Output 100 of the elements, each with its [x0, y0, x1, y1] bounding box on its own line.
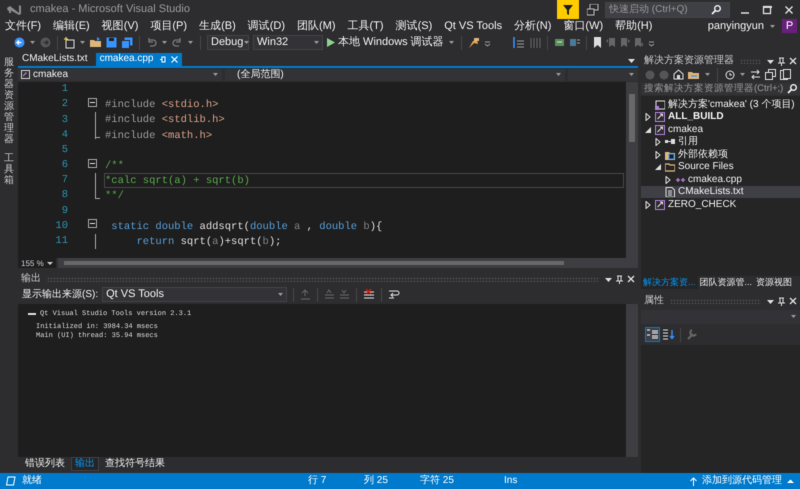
save-all-icon[interactable] — [121, 36, 133, 49]
close-icon[interactable] — [789, 297, 797, 306]
pin-icon[interactable] — [616, 274, 623, 284]
vertical-scrollbar[interactable] — [626, 304, 638, 457]
panel-menu-icon[interactable] — [767, 58, 774, 65]
expand-arrow-icon[interactable] — [665, 176, 671, 184]
uncomment-icon[interactable] — [568, 37, 580, 48]
close-icon[interactable] — [789, 57, 797, 66]
project-dropdown[interactable]: cmakea — [18, 68, 222, 81]
collapse-arrow-icon[interactable] — [645, 126, 651, 134]
expand-arrow-icon[interactable] — [645, 200, 651, 209]
home-icon[interactable] — [673, 69, 684, 80]
panel-tab[interactable]: 查找符号结果 — [101, 457, 169, 472]
bookmark-next-icon[interactable] — [620, 37, 630, 48]
new-project-icon[interactable] — [64, 36, 75, 49]
categorized-button[interactable] — [645, 327, 660, 342]
vertical-scrollbar[interactable] — [626, 82, 638, 258]
zoom-dropdown[interactable]: 155 % — [18, 258, 56, 268]
show-all-files-icon[interactable] — [780, 69, 791, 80]
platform-dropdown[interactable]: Win32 — [253, 35, 323, 50]
caret-icon[interactable] — [704, 71, 711, 78]
caret-icon[interactable] — [29, 39, 36, 46]
sort-icon[interactable] — [663, 329, 675, 340]
clear-all-icon[interactable] — [363, 289, 376, 300]
bookmark-icon[interactable] — [592, 37, 602, 48]
open-folder-icon[interactable] — [90, 37, 102, 48]
panel-menu-icon[interactable] — [767, 298, 774, 305]
tree-item[interactable]: ZERO_CHECK — [641, 198, 800, 211]
menu-item[interactable]: 团队(M) — [297, 20, 336, 34]
bookmark-clear-icon[interactable] — [634, 37, 644, 48]
tree-item[interactable]: CMakeLists.txt — [641, 186, 800, 198]
scope-dropdown[interactable]: (全局范围) — [225, 68, 565, 81]
collapse-icon[interactable] — [88, 158, 97, 168]
horizontal-scrollbar[interactable] — [58, 258, 638, 268]
tree-item[interactable]: cmakea — [641, 123, 800, 136]
menu-item[interactable]: 调试(D) — [248, 20, 286, 34]
source-dropdown[interactable]: Qt VS Tools — [102, 287, 288, 302]
menu-item[interactable]: 工具(T) — [348, 20, 384, 34]
collapse-icon[interactable] — [88, 219, 97, 228]
tree-item[interactable]: cmakea.cpp — [641, 173, 800, 186]
menu-item[interactable]: 编辑(E) — [53, 20, 90, 34]
search-icon[interactable] — [711, 4, 721, 14]
menu-item[interactable]: Qt VS Tools — [444, 20, 502, 34]
save-icon[interactable] — [106, 37, 117, 48]
source-control-button[interactable]: 添加到源代码管理 — [690, 475, 794, 488]
caret-icon[interactable] — [739, 71, 746, 78]
tree-item[interactable]: 引用 — [641, 136, 800, 148]
collapse-arrow-icon[interactable] — [655, 163, 661, 172]
pin-icon[interactable] — [778, 296, 785, 306]
configuration-dropdown[interactable]: Debug — [207, 35, 249, 50]
align-icon[interactable] — [512, 37, 525, 48]
menu-item[interactable]: 项目(P) — [150, 20, 188, 34]
panel-menu-icon[interactable] — [605, 276, 612, 283]
menu-item[interactable]: 生成(B) — [199, 20, 236, 34]
expand-arrow-icon[interactable] — [645, 113, 651, 122]
menu-item[interactable]: 测试(S) — [396, 20, 432, 34]
maximize-icon[interactable] — [762, 4, 772, 14]
previous-message-icon[interactable] — [324, 289, 336, 300]
word-wrap-icon[interactable] — [388, 289, 400, 300]
editor-tab[interactable]: CMakeLists.txt — [18, 52, 92, 66]
menu-item[interactable]: 窗口(W) — [563, 20, 604, 34]
close-icon[interactable] — [627, 275, 635, 284]
tree-item[interactable]: ALL_BUILD — [641, 110, 800, 124]
undo-icon[interactable] — [146, 37, 157, 48]
tree-item[interactable]: Source Files — [641, 160, 800, 174]
next-message-icon[interactable] — [339, 289, 350, 300]
panel-tab[interactable]: 团队资源管... — [698, 276, 754, 289]
avatar[interactable]: P — [782, 19, 797, 34]
caret-icon[interactable] — [79, 39, 86, 46]
close-icon[interactable] — [784, 4, 794, 14]
caret-icon[interactable] — [161, 39, 168, 46]
attach-icon[interactable] — [468, 36, 480, 49]
panel-tab[interactable]: 错误列表 — [21, 457, 69, 472]
redo-icon[interactable] — [172, 37, 183, 48]
run-button[interactable]: 本地 Windows 调试器 — [327, 36, 444, 50]
menu-item[interactable]: 分析(N) — [514, 20, 552, 34]
filter-button[interactable] — [557, 0, 579, 19]
panel-tab[interactable]: 输出 — [71, 457, 99, 472]
sync-icon[interactable] — [688, 69, 700, 80]
caret-icon[interactable] — [769, 22, 776, 30]
tab-list-icon[interactable] — [628, 56, 635, 64]
side-tab[interactable]: 工具箱 — [4, 152, 14, 186]
caret-icon[interactable] — [187, 39, 194, 46]
columns-icon[interactable] — [528, 37, 541, 48]
comment-icon[interactable] — [554, 37, 565, 48]
user-name[interactable]: panyingyun — [708, 20, 764, 34]
tree-item[interactable]: 外部依赖项 — [641, 148, 800, 161]
collapse-icon[interactable] — [88, 98, 97, 107]
side-tab[interactable]: 服务器资源管理器 — [4, 56, 14, 145]
overflow-icon[interactable] — [484, 38, 491, 47]
menu-item[interactable]: 帮助(H) — [615, 20, 652, 34]
search-field[interactable]: 搜索解决方案资源管理器(Ctrl+;) — [641, 82, 800, 96]
tree-item[interactable]: 解决方案'cmakea' (3 个项目) — [641, 98, 800, 111]
pin-icon[interactable] — [778, 56, 785, 66]
overflow-icon[interactable] — [648, 38, 655, 47]
panel-tab[interactable]: 解决方案资... — [641, 276, 698, 289]
pending-changes-icon[interactable] — [724, 69, 735, 80]
back-icon[interactable] — [14, 37, 25, 48]
panel-tab[interactable]: 资源视图 — [754, 276, 794, 289]
menu-item[interactable]: 文件(F) — [5, 20, 42, 34]
